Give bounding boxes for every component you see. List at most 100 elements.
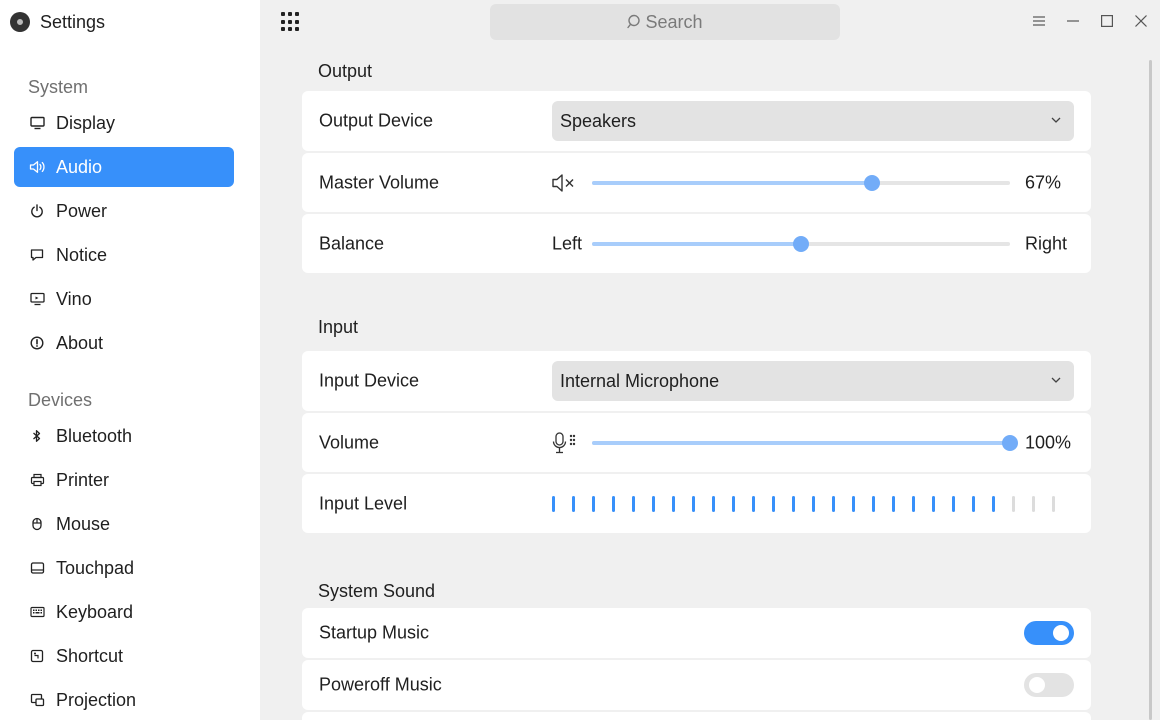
sidebar-item-label: Audio <box>56 156 103 177</box>
level-bar <box>712 495 715 512</box>
input-section-title: Input <box>318 317 359 337</box>
chevron-down-icon <box>1051 117 1061 123</box>
sidebar-item-printer[interactable]: Printer <box>14 460 234 500</box>
sidebar-item-label: About <box>56 332 104 353</box>
notice-icon <box>28 246 46 264</box>
sidebar-item-label: Bluetooth <box>56 425 133 446</box>
info-icon <box>28 334 46 352</box>
input-level-row: Input Level <box>302 474 1091 533</box>
level-bar <box>612 495 615 512</box>
sidebar-item-label: Touchpad <box>56 557 135 578</box>
sidebar-item-bluetooth[interactable]: Bluetooth <box>14 416 234 456</box>
level-bar <box>812 495 815 512</box>
master-volume-slider[interactable] <box>592 174 1010 191</box>
input-device-label: Input Device <box>319 370 420 391</box>
level-bar <box>852 495 855 512</box>
startup-music-toggle[interactable] <box>1024 621 1074 645</box>
level-bar <box>1052 495 1055 512</box>
sidebar-item-vino[interactable]: Vino <box>14 279 234 319</box>
level-bar <box>772 495 775 512</box>
sidebar-item-power[interactable]: Power <box>14 191 234 231</box>
sidebar-item-label: Notice <box>56 244 108 265</box>
input-device-select[interactable]: Internal Microphone <box>552 361 1074 401</box>
sidebar: Settings System Display Audio Power Noti… <box>0 0 260 720</box>
output-device-select[interactable]: Speakers <box>552 101 1074 141</box>
sidebar-item-mouse[interactable]: Mouse <box>14 504 234 544</box>
app-title: Settings <box>40 11 106 32</box>
menu-button[interactable] <box>1030 12 1048 30</box>
slider-fill <box>592 440 1010 445</box>
level-bar <box>1012 495 1015 512</box>
level-bar <box>832 495 835 512</box>
balance-slider[interactable] <box>592 235 1010 252</box>
startup-music-label: Startup Music <box>319 622 430 643</box>
level-bar <box>592 495 595 512</box>
output-device-value: Speakers <box>560 110 637 131</box>
mouse-icon <box>28 515 46 533</box>
microphone-icon[interactable] <box>551 431 577 455</box>
app-grid-button[interactable] <box>281 12 301 32</box>
sidebar-item-notice[interactable]: Notice <box>14 235 234 275</box>
search-input[interactable]: Search <box>490 4 840 40</box>
slider-fill <box>592 180 873 185</box>
input-level-label: Input Level <box>319 493 408 513</box>
sidebar-item-audio[interactable]: Audio <box>14 147 234 187</box>
input-volume-label: Volume <box>319 432 380 452</box>
sidebar-item-projection[interactable]: Projection <box>14 680 234 720</box>
sidebar-item-display[interactable]: Display <box>14 103 234 143</box>
balance-left-label: Left <box>552 233 583 253</box>
level-bar <box>692 495 695 512</box>
sidebar-item-label: Keyboard <box>56 601 134 622</box>
level-bar <box>572 495 575 512</box>
next-settings-row <box>302 712 1091 720</box>
content-scrollbar[interactable] <box>1149 60 1152 720</box>
sidebar-item-touchpad[interactable]: Touchpad <box>14 548 234 588</box>
sidebar-item-keyboard[interactable]: Keyboard <box>14 592 234 632</box>
sidebar-item-about[interactable]: About <box>14 323 234 363</box>
poweroff-music-toggle[interactable] <box>1024 673 1074 697</box>
level-bar <box>652 495 655 512</box>
hamburger-icon <box>1033 16 1045 26</box>
balance-label: Balance <box>319 233 385 253</box>
minimize-button[interactable] <box>1064 12 1082 30</box>
monitor-icon <box>28 114 46 132</box>
level-bar <box>892 495 895 512</box>
shortcut-icon <box>28 647 46 665</box>
slider-fill <box>592 241 801 246</box>
level-bar <box>1032 495 1035 512</box>
close-button[interactable] <box>1132 12 1150 30</box>
projection-icon <box>28 691 46 709</box>
section-label-devices: Devices <box>28 390 93 410</box>
chevron-down-icon <box>1051 377 1061 383</box>
balance-right-label: Right <box>1025 233 1068 253</box>
input-volume-value: 100% <box>1025 432 1072 452</box>
sidebar-item-label: Power <box>56 200 108 221</box>
output-section-title: Output <box>318 61 373 81</box>
sidebar-item-label: Vino <box>56 288 92 309</box>
slider-handle[interactable] <box>864 174 881 191</box>
printer-icon <box>28 471 46 489</box>
level-bar <box>952 495 955 512</box>
bluetooth-icon <box>28 427 46 445</box>
search-placeholder: Search <box>645 11 703 32</box>
input-device-value: Internal Microphone <box>560 370 720 391</box>
sidebar-item-shortcut[interactable]: Shortcut <box>14 636 234 676</box>
mute-speaker-icon[interactable] <box>551 171 577 195</box>
input-volume-row: Volume 100% <box>302 413 1091 472</box>
input-volume-slider[interactable] <box>592 434 1018 451</box>
slider-handle[interactable] <box>1002 434 1018 451</box>
master-volume-row: Master Volume 67% <box>302 153 1091 212</box>
sidebar-item-label: Printer <box>56 469 110 490</box>
power-icon <box>28 202 46 220</box>
keyboard-icon <box>28 603 46 621</box>
toggle-knob <box>1053 625 1069 641</box>
speaker-icon <box>28 158 46 176</box>
maximize-button[interactable] <box>1098 12 1116 30</box>
slider-handle[interactable] <box>793 235 809 252</box>
poweroff-music-label: Poweroff Music <box>319 674 442 695</box>
close-icon <box>1135 15 1147 27</box>
maximize-icon <box>1101 15 1113 27</box>
output-device-label: Output Device <box>319 110 434 131</box>
master-volume-value: 67% <box>1025 172 1062 192</box>
level-bar <box>872 495 875 512</box>
